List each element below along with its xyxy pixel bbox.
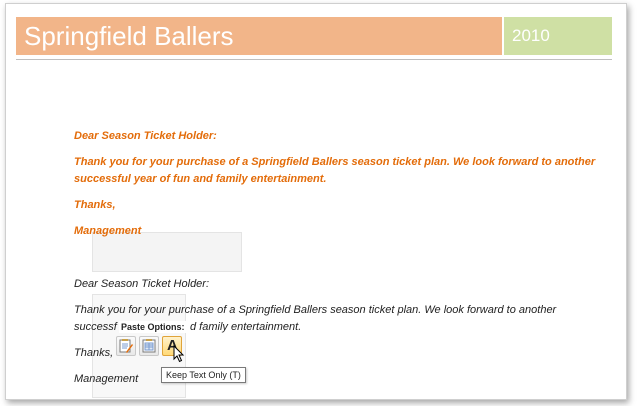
keep-text-only-tooltip: Keep Text Only (T) xyxy=(161,367,246,383)
header-year: 2010 xyxy=(512,26,550,45)
keep-source-formatting-button[interactable] xyxy=(116,336,136,356)
header-title: Springfield Ballers xyxy=(24,21,234,51)
pasted-signature[interactable]: Management xyxy=(74,371,138,388)
mouse-pointer-icon xyxy=(173,345,185,363)
letter-body-line[interactable]: Thank you for your purchase of a Springf… xyxy=(74,154,595,171)
pasted-body-line-start[interactable]: successf xyxy=(74,319,117,336)
header-year-block: 2010 xyxy=(504,17,612,55)
letter-signature[interactable]: Management xyxy=(74,223,141,240)
header-divider xyxy=(16,59,612,60)
paste-options-label: Paste Options: xyxy=(119,321,187,333)
letter-closing[interactable]: Thanks, xyxy=(74,197,116,214)
pasted-body-line-end[interactable]: d family entertainment. xyxy=(190,319,301,336)
letter-body-line[interactable]: successful year of fun and family entert… xyxy=(74,171,326,188)
document-page: Springfield Ballers 2010 Dear Season Tic… xyxy=(5,3,627,400)
pasted-greeting[interactable]: Dear Season Ticket Holder: xyxy=(74,276,209,293)
merge-formatting-button[interactable] xyxy=(139,336,159,356)
keep-source-formatting-icon xyxy=(119,339,133,353)
pasted-body-line[interactable]: Thank you for your purchase of a Springf… xyxy=(74,302,556,319)
letter-greeting[interactable]: Dear Season Ticket Holder: xyxy=(74,128,217,145)
merge-formatting-icon xyxy=(142,339,156,353)
header-title-block: Springfield Ballers xyxy=(16,17,502,55)
pasted-closing[interactable]: Thanks, xyxy=(74,345,113,362)
